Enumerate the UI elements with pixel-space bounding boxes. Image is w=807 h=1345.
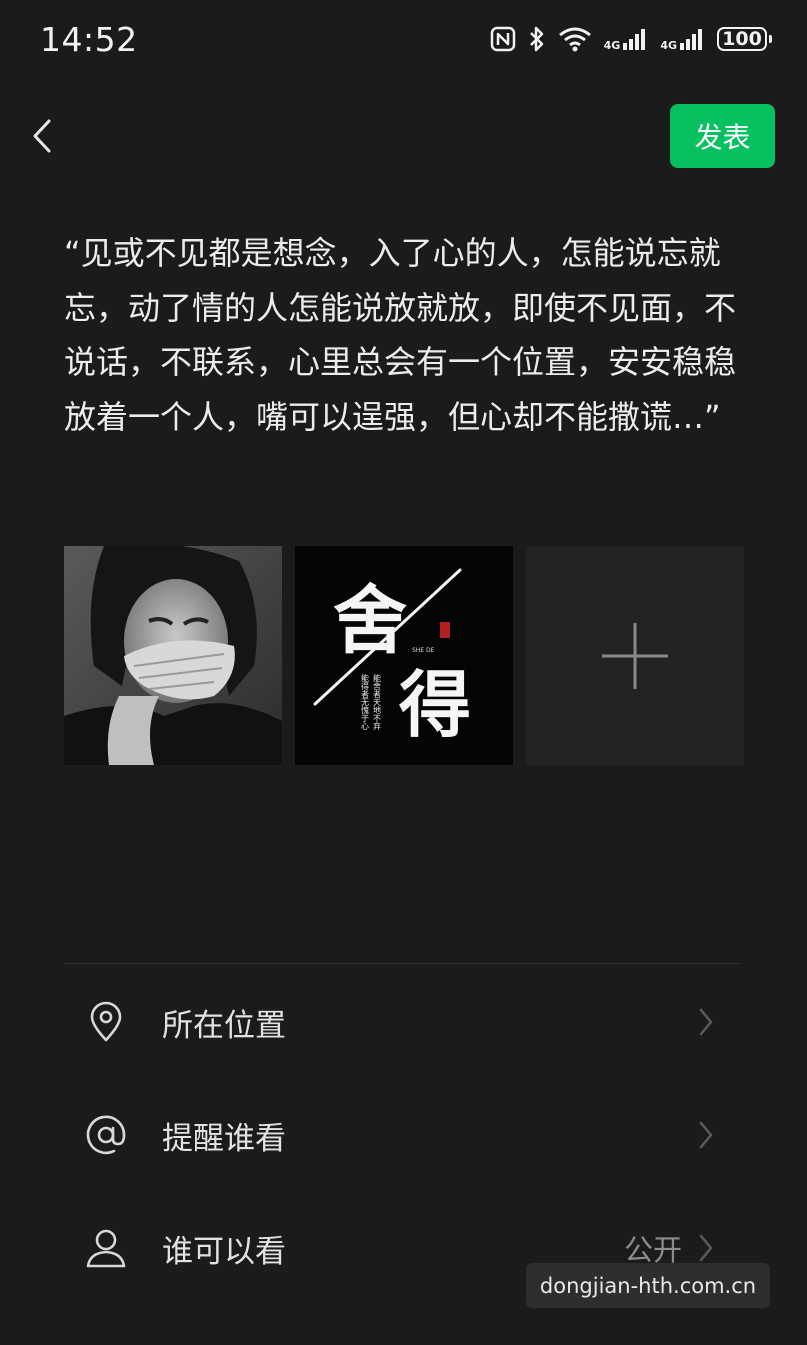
- wifi-icon: [558, 27, 591, 52]
- location-label: 所在位置: [162, 1007, 286, 1044]
- photo-thumbnail-calligraphy[interactable]: 舍 得 SHE DE 能舍者天地不弃 能得者无愧于心: [295, 546, 513, 765]
- status-bar: 14:52 4G 4G 100: [0, 0, 807, 80]
- visibility-label: 谁可以看: [162, 1233, 286, 1270]
- person-icon: [84, 1226, 128, 1270]
- signal-icon: [680, 29, 702, 50]
- battery-level: 100: [722, 28, 762, 50]
- calligraphy-poem-1: 能舍者天地不弃: [373, 673, 382, 731]
- remind-who-label: 提醒谁看: [162, 1120, 286, 1157]
- portrait-photo: [64, 546, 282, 765]
- chevron-left-icon: [33, 119, 51, 153]
- battery-icon: 100: [717, 27, 772, 51]
- bluetooth-icon: [529, 26, 543, 52]
- image-grid: 舍 得 SHE DE 能舍者天地不弃 能得者无愧于心: [64, 546, 744, 765]
- chevron-right-icon: [699, 1234, 713, 1262]
- photo-thumbnail-portrait[interactable]: [64, 546, 282, 765]
- location-row[interactable]: 所在位置: [64, 976, 744, 1068]
- plus-icon: [602, 622, 668, 689]
- publish-button[interactable]: 发表: [670, 104, 775, 168]
- signal-icon: [623, 29, 646, 50]
- network-type-label: 4G: [660, 39, 677, 52]
- calligraphy-photo: 舍 得 SHE DE 能舍者天地不弃 能得者无愧于心: [295, 546, 513, 765]
- at-sign-icon: [84, 1113, 128, 1157]
- nfc-icon: [490, 26, 515, 52]
- calligraphy-main-2: 得: [399, 662, 471, 747]
- chevron-right-icon: [699, 1121, 713, 1149]
- location-pin-icon: [84, 1000, 128, 1044]
- back-button[interactable]: [20, 110, 64, 162]
- post-text[interactable]: “见或不见都是想念，入了心的人，怎能说忘就忘，动了情的人怎能说放就放，即使不见面…: [64, 226, 744, 444]
- network-type-label: 4G: [603, 39, 621, 52]
- calligraphy-poem-2: 能得者无愧于心: [361, 673, 370, 730]
- calligraphy-main-1: 舍: [333, 578, 407, 664]
- red-seal: [440, 622, 450, 638]
- add-image-button[interactable]: [526, 546, 744, 765]
- watermark: dongjian-hth.com.cn: [526, 1263, 770, 1308]
- calligraphy-subtitle: SHE DE: [412, 647, 435, 654]
- status-time: 14:52: [40, 20, 138, 59]
- chevron-right-icon: [699, 1008, 713, 1036]
- remind-who-row[interactable]: 提醒谁看: [64, 1089, 744, 1181]
- status-icons: 4G 4G 100: [490, 22, 772, 56]
- divider: [64, 963, 742, 964]
